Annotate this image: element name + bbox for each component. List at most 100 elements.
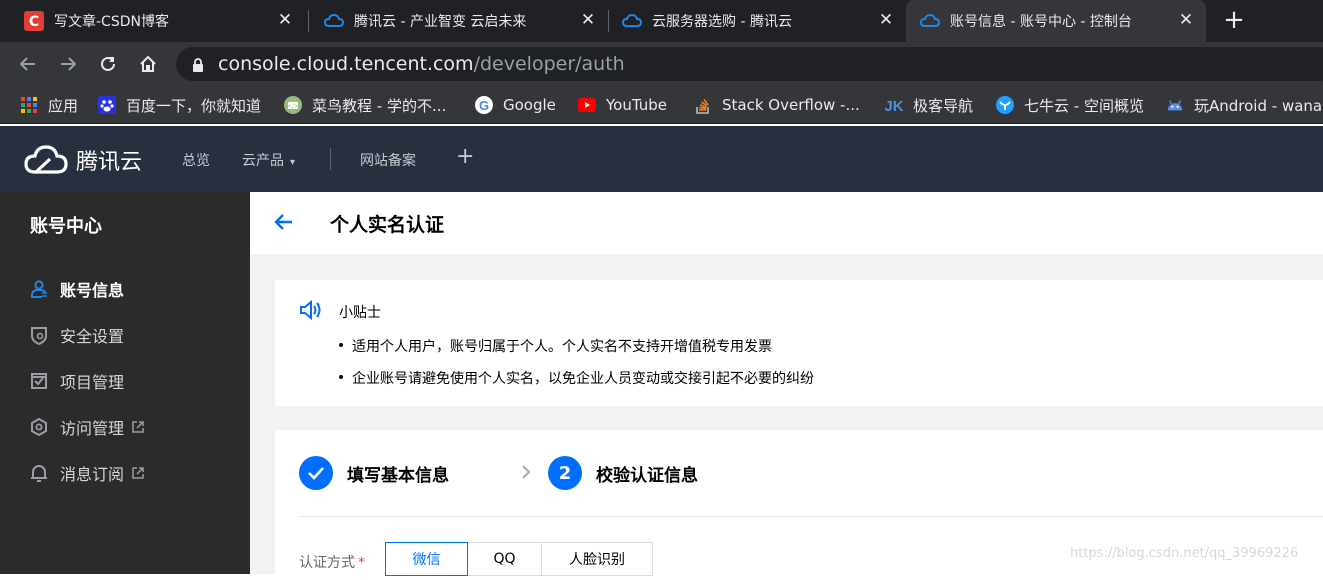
- main-content: 个人实名认证 小贴士 适用个人用户，账号归属于个人。个人实名不支持开增值税专用发…: [250, 192, 1323, 580]
- speaker-icon: [299, 299, 321, 324]
- method-wechat-tab[interactable]: 微信: [385, 542, 468, 576]
- auth-method-text: 认证方式: [299, 555, 355, 571]
- auth-method-label: 认证方式 *: [299, 552, 365, 572]
- sidebar-item-label: 安全设置: [60, 327, 125, 346]
- address-bar[interactable]: console.cloud.tencent.com/developer/auth: [176, 47, 1323, 81]
- bookmark-label: 七牛云 - 空间概览: [1024, 96, 1144, 115]
- lock-icon: [192, 57, 204, 76]
- nav-beian[interactable]: 网站备案: [360, 150, 416, 170]
- youtube-icon: [578, 96, 596, 114]
- qiniu-icon: [996, 96, 1014, 114]
- page-title: 个人实名认证: [330, 214, 445, 236]
- bookmark-jike[interactable]: JK 极客导航: [885, 86, 973, 124]
- url-host: console.cloud.tencent.com: [218, 53, 474, 75]
- bookmark-apps[interactable]: 应用: [20, 86, 78, 124]
- bookmark-google[interactable]: G Google: [475, 86, 556, 124]
- home-icon[interactable]: [136, 52, 160, 76]
- jike-icon: JK: [885, 96, 903, 114]
- browser-tab-strip: C 写文章-CSDN博客 ✕ 腾讯云 - 产业智变 云启未来 ✕ 云服务器选购 …: [0, 0, 1323, 42]
- close-tab-icon[interactable]: ✕: [1178, 12, 1194, 29]
- tencent-cloud-logo[interactable]: 腾讯云: [24, 144, 142, 176]
- browser-tab-account[interactable]: 账号信息 - 账号中心 - 控制台 ✕: [906, 0, 1206, 42]
- sidebar-item-security[interactable]: 安全设置: [28, 324, 124, 346]
- reload-icon[interactable]: [96, 52, 120, 76]
- step-fill-basic-info: 填写基本信息: [299, 456, 449, 490]
- bookmark-label: 极客导航: [913, 96, 974, 115]
- watermark: https://blog.csdn.net/qq_39969226: [1070, 546, 1299, 561]
- bookmark-stackoverflow[interactable]: Stack Overflow -...: [694, 86, 860, 124]
- chevron-right-icon: [521, 464, 531, 484]
- tip-item: 适用个人用户，账号归属于个人。个人实名不支持开增值税专用发票: [339, 336, 772, 356]
- android-icon: [1166, 96, 1184, 114]
- browser-tab-csdn[interactable]: C 写文章-CSDN博客 ✕: [0, 0, 305, 42]
- sidebar-item-label: 访问管理: [60, 419, 125, 438]
- project-icon: [28, 370, 50, 392]
- sidebar-item-label: 项目管理: [60, 373, 125, 392]
- url-path: /developer/auth: [473, 53, 625, 75]
- tips-title: 小贴士: [339, 305, 381, 321]
- nav-overview[interactable]: 总览: [182, 150, 210, 170]
- sidebar-item-messages[interactable]: 消息订阅: [28, 462, 144, 484]
- tencent-cloud-icon: [324, 11, 344, 31]
- tab-title: 腾讯云 - 产业智变 云启未来: [354, 14, 527, 30]
- console-header: 腾讯云 总览 云产品 ▾ 网站备案 +: [0, 126, 1323, 192]
- method-qq-tab[interactable]: QQ: [467, 542, 542, 576]
- close-tab-icon[interactable]: ✕: [878, 12, 894, 29]
- tencent-cloud-icon: [24, 145, 68, 174]
- forward-arrow-icon[interactable]: [56, 52, 80, 76]
- nav-products[interactable]: 云产品 ▾: [242, 150, 295, 170]
- required-mark: *: [358, 555, 365, 571]
- runoob-icon: </>: [284, 96, 302, 114]
- bookmark-label: 百度一下，你就知道: [126, 96, 262, 115]
- sidebar-title: 账号中心: [30, 216, 102, 237]
- sidebar: 账号中心 账号信息 安全设置 项目管理 访问管理 消息订阅: [0, 192, 250, 574]
- back-arrow-icon[interactable]: [16, 52, 40, 76]
- bookmark-label: Google: [503, 96, 556, 114]
- divider: [299, 516, 1323, 517]
- add-shortcut-button[interactable]: +: [456, 144, 474, 169]
- nav-products-label: 云产品: [242, 153, 284, 169]
- sidebar-item-account-info[interactable]: 账号信息: [28, 278, 124, 300]
- google-icon: G: [475, 96, 493, 114]
- step-label: 填写基本信息: [347, 465, 449, 486]
- method-face-tab[interactable]: 人脸识别: [541, 542, 653, 576]
- bookmark-baidu[interactable]: 百度一下，你就知道: [98, 86, 261, 124]
- bookmark-label: 玩Android - wana: [1194, 96, 1323, 115]
- tab-title: 云服务器选购 - 腾讯云: [652, 14, 792, 30]
- tip-item: 企业账号请避免使用个人实名，以免企业人员变动或交接引起不必要的纠纷: [339, 368, 814, 388]
- bookmarks-bar: 应用 百度一下，你就知道 </> 菜鸟教程 - 学的不... G Google …: [0, 86, 1323, 124]
- tab-title: 账号信息 - 账号中心 - 控制台: [950, 14, 1132, 30]
- csdn-icon: C: [24, 11, 44, 31]
- new-tab-button[interactable]: +: [1222, 7, 1246, 34]
- external-link-icon: [132, 418, 144, 437]
- step-label: 校验认证信息: [596, 465, 698, 486]
- browser-tab-cvm[interactable]: 云服务器选购 - 腾讯云 ✕: [598, 0, 906, 42]
- chevron-down-icon: ▾: [290, 157, 296, 168]
- bookmark-label: 菜鸟教程 - 学的不...: [312, 96, 447, 115]
- stackoverflow-icon: [694, 96, 712, 114]
- close-tab-icon[interactable]: ✕: [580, 12, 596, 29]
- bookmark-runoob[interactable]: </> 菜鸟教程 - 学的不...: [284, 86, 446, 124]
- brand-name: 腾讯云: [76, 150, 143, 175]
- apps-grid-icon: [20, 96, 38, 114]
- sidebar-item-access[interactable]: 访问管理: [28, 416, 144, 438]
- sidebar-item-projects[interactable]: 项目管理: [28, 370, 124, 392]
- bookmark-youtube[interactable]: YouTube: [578, 86, 667, 124]
- bookmark-wanandroid[interactable]: 玩Android - wana: [1166, 86, 1322, 124]
- bookmark-qiniu[interactable]: 七牛云 - 空间概览: [996, 86, 1144, 124]
- close-tab-icon[interactable]: ✕: [277, 12, 293, 29]
- svg-text:</>: </>: [288, 103, 299, 110]
- tips-panel: 小贴士 适用个人用户，账号归属于个人。个人实名不支持开增值税专用发票 企业账号请…: [275, 280, 1323, 406]
- back-arrow-icon[interactable]: [274, 212, 294, 236]
- sidebar-item-label: 账号信息: [60, 281, 125, 300]
- bookmark-label: 应用: [48, 96, 79, 115]
- url-text: console.cloud.tencent.com/developer/auth: [218, 53, 625, 75]
- bell-icon: [28, 462, 50, 484]
- browser-tab-tencent-home[interactable]: 腾讯云 - 产业智变 云启未来 ✕: [300, 0, 608, 42]
- tab-title: 写文章-CSDN博客: [54, 14, 169, 30]
- page-header: 个人实名认证: [250, 192, 1323, 254]
- check-icon: [299, 456, 333, 490]
- user-icon: [28, 278, 50, 300]
- external-link-icon: [132, 464, 144, 483]
- tencent-cloud-icon: [920, 11, 940, 31]
